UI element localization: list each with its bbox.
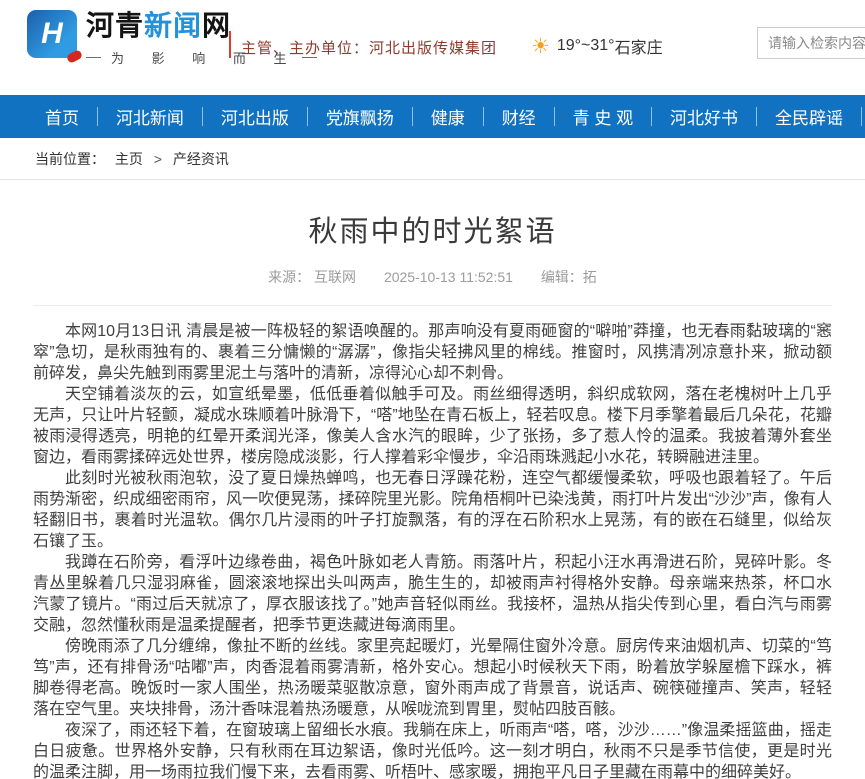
page: H 河青新闻网 为 影 响 而 生 主管、主办单位：河北出版传媒集团 ☀ 19°… [0,0,865,779]
search-input[interactable] [757,27,865,59]
breadcrumb-label: 当前位置： [35,151,105,167]
nav-list: 首页 河北新闻 河北出版 党旗飘扬 健康 财经 青 史 观 河北好书 全民辟谣 [0,95,865,138]
nav-item-history-view[interactable]: 青 史 观 [573,104,633,129]
sun-icon: ☀ [531,36,550,57]
article-paragraph: 傍晚雨添了几分缠绵，像扯不断的丝线。家里亮起暖灯，光晕隔住窗外冷意。厨房传来油烟… [33,636,832,720]
main-nav: 首页 河北新闻 河北出版 党旗飘扬 健康 财经 青 史 观 河北好书 全民辟谣 [0,95,865,138]
nav-divider [483,107,484,126]
nav-divider [651,107,652,126]
nav-divider [412,107,413,126]
article-paragraph: 夜深了，雨还轻下着，在窗玻璃上留细长水痕。我躺在床上，听雨声“嗒，嗒，沙沙……”… [33,720,832,779]
article-paragraph: 天空铺着淡灰的云，如宣纸晕墨，低低垂着似触手可及。雨丝细得透明，斜织成软网，落在… [33,384,832,468]
article-paragraph: 此刻时光被秋雨泡软，没了夏日燥热蝉鸣，也无春日浮躁花粉，连空气都缓慢柔软，呼吸也… [33,468,832,552]
nav-item-finance[interactable]: 财经 [502,104,536,129]
logo-letter: H [27,10,77,58]
nav-divider [756,107,757,126]
nav-divider [307,107,308,126]
tagline-dash-left [86,57,101,58]
article-paragraph: 本网10月13日讯 清晨是被一阵极轻的絮语唤醒的。那声响没有夏雨砸窗的“噼啪”莽… [33,321,832,384]
logo-icon: H [27,10,77,58]
article-title: 秋雨中的时光絮语 [33,208,832,250]
nav-item-hebei-books[interactable]: 河北好书 [670,104,738,129]
site-header: H 河青新闻网 为 影 响 而 生 主管、主办单位：河北出版传媒集团 ☀ 19°… [0,0,865,95]
brand-part-3: 网 [202,10,231,41]
nav-item-hebei-news[interactable]: 河北新闻 [116,104,184,129]
breadcrumb: 当前位置： 主页 > 产经资讯 [0,138,865,180]
nav-item-rumor-refutation[interactable]: 全民辟谣 [775,104,843,129]
header-red-divider [229,31,231,58]
nav-item-hebei-publishing[interactable]: 河北出版 [221,104,289,129]
weather-widget: ☀ 19°~31° 石家庄 [531,34,663,58]
nav-divider [97,107,98,126]
article-editor: 编辑：拓 [541,269,597,285]
breadcrumb-home-link[interactable]: 主页 [115,151,143,167]
sponsor-text: 主管、主办单位：河北出版传媒集团 [241,37,497,58]
article-meta: 来源： 互联网 2025-10-13 11:52:51 编辑：拓 [33,267,832,306]
article: 秋雨中的时光絮语 来源： 互联网 2025-10-13 11:52:51 编辑：… [0,208,865,779]
nav-item-home[interactable]: 首页 [45,104,79,129]
brand-part-1: 河青 [86,10,144,41]
article-paragraph: 我蹲在石阶旁，看浮叶边缘卷曲，褐色叶脉如老人青筋。雨落叶片，积起小汪水再滑进石阶… [33,552,832,636]
nav-divider [554,107,555,126]
nav-item-health[interactable]: 健康 [431,104,465,129]
article-source: 来源： 互联网 [268,269,356,285]
weather-city: 石家庄 [615,34,663,58]
breadcrumb-separator: > [154,151,162,167]
breadcrumb-current-link[interactable]: 产经资讯 [173,151,229,167]
nav-item-party-flag[interactable]: 党旗飘扬 [326,104,394,129]
nav-divider [861,107,862,126]
weather-temp: 19°~31° [557,37,615,55]
article-datetime: 2025-10-13 11:52:51 [384,269,513,285]
article-body: 本网10月13日讯 清晨是被一阵极轻的絮语唤醒的。那声响没有夏雨砸窗的“噼啪”莽… [33,321,832,779]
nav-divider [202,107,203,126]
brand-part-2: 新闻 [144,10,202,41]
